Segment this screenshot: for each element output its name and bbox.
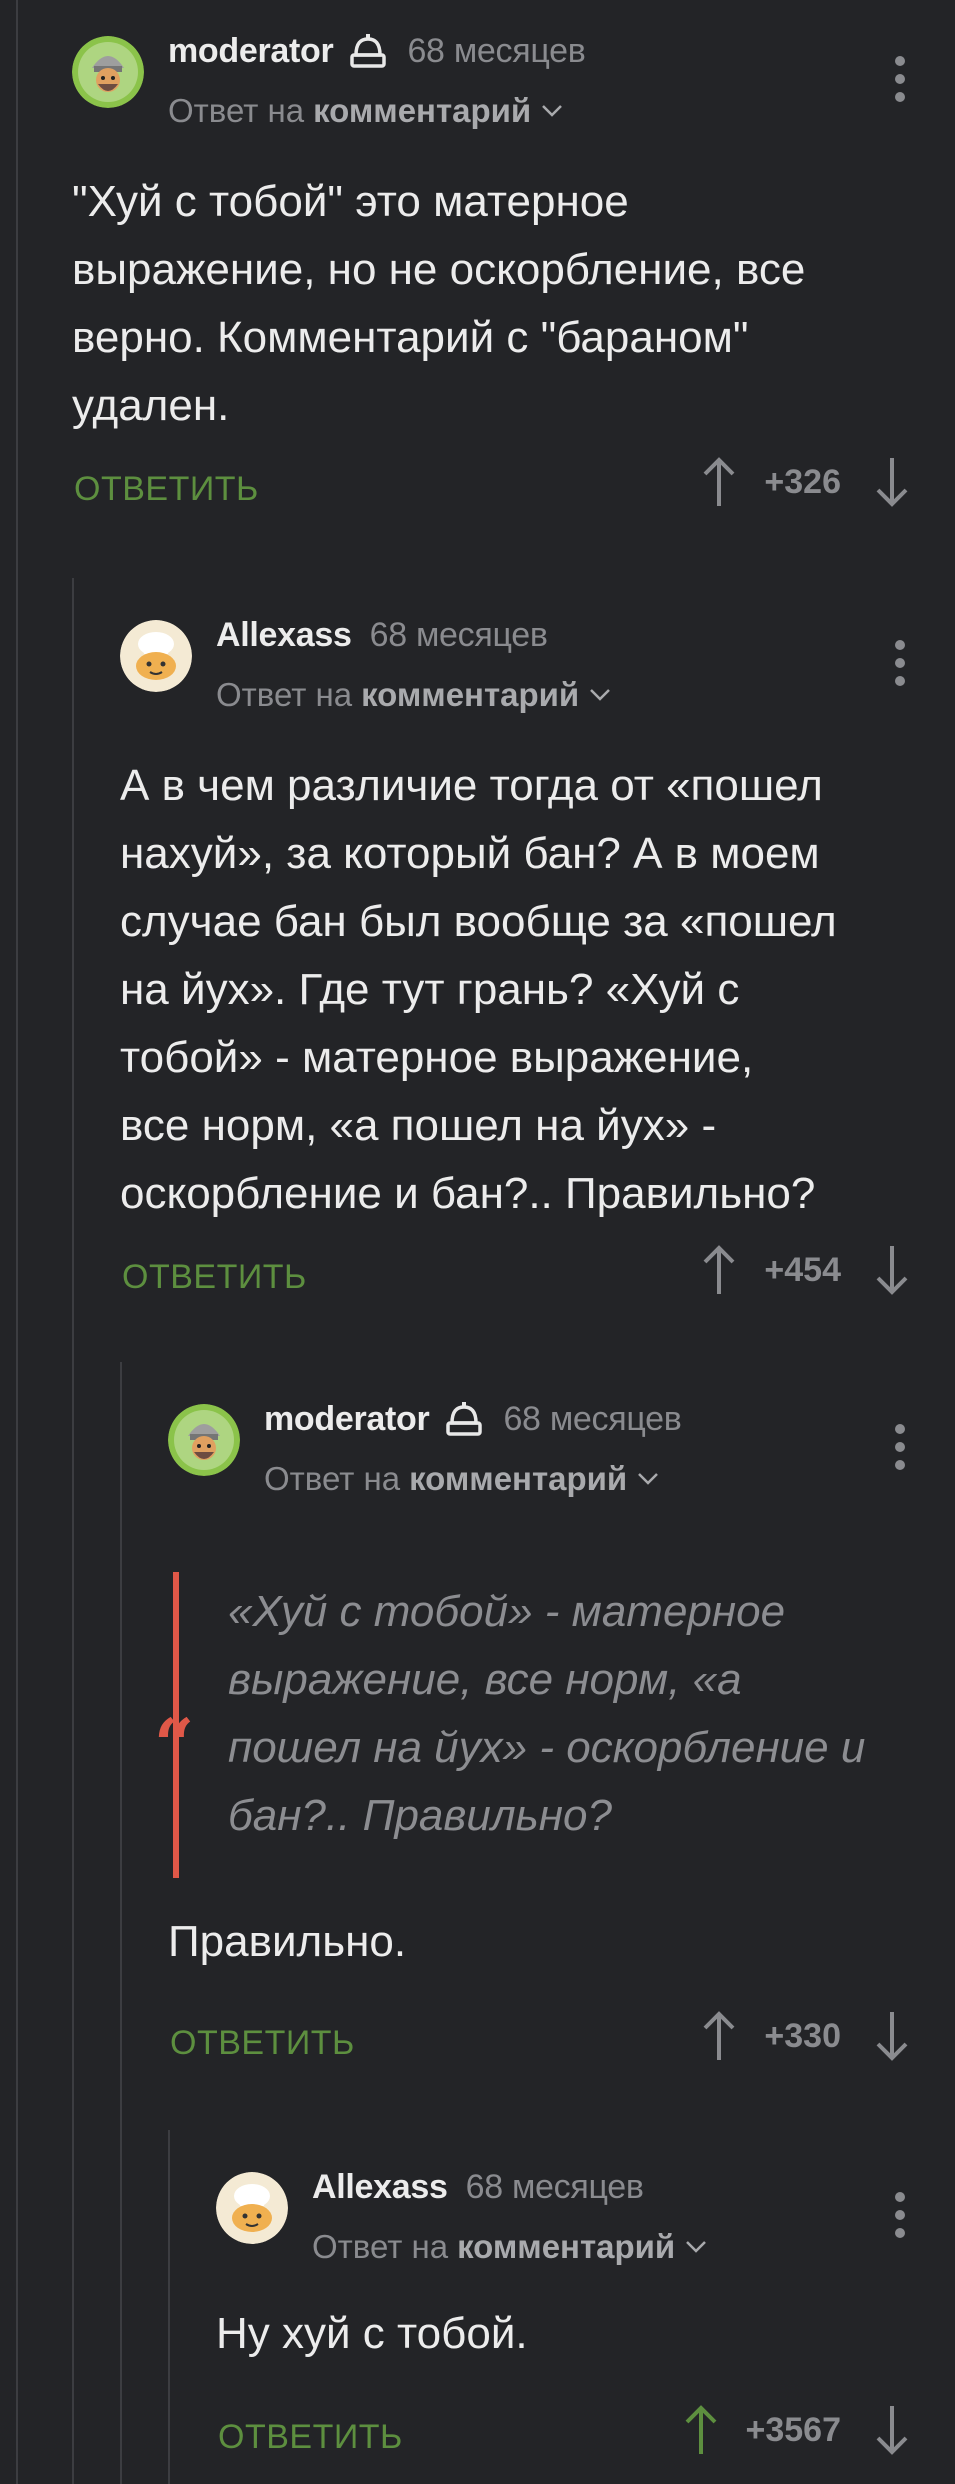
reply-to[interactable]: Ответ на комментарий: [168, 92, 563, 130]
chevron-down-icon: [542, 105, 563, 117]
comment: Allexass 68 месяцев Ответ на комментарий …: [216, 2146, 955, 2484]
moderator-badge-icon: [350, 33, 387, 68]
upvote-icon[interactable]: [700, 456, 738, 508]
downvote-icon[interactable]: [873, 456, 911, 508]
avatar[interactable]: [72, 36, 144, 108]
comment: moderator 68 месяцев Ответ на комментарий…: [154, 1378, 955, 2098]
reply-button[interactable]: ОТВЕТИТЬ: [218, 2418, 403, 2457]
score: +3567: [745, 2410, 842, 2449]
upvote-icon[interactable]: [682, 2404, 720, 2456]
comment-time: 68 месяцев: [465, 2168, 644, 2206]
upvote-icon[interactable]: [700, 1244, 738, 1296]
comment-text: Ну хуй с тобой.: [216, 2309, 528, 2358]
comment-time: 68 месяцев: [369, 616, 548, 654]
comment-text: А в чем различие тогда от «пошел нахуй»,…: [120, 761, 837, 1218]
reply-button[interactable]: ОТВЕТИТЬ: [122, 1258, 307, 1297]
reply-button[interactable]: ОТВЕТИТЬ: [170, 2024, 355, 2063]
author-name[interactable]: Allexass 68 месяцев: [216, 616, 548, 655]
author-name[interactable]: moderator 68 месяцев: [168, 32, 586, 71]
quote-icon: “: [154, 1703, 195, 1786]
chevron-down-icon: [686, 2241, 707, 2253]
quote-text: «Хуй с тобой» - матерное выражение, все …: [228, 1587, 866, 1840]
avatar[interactable]: [216, 2172, 288, 2244]
comment-time: 68 месяцев: [503, 1400, 682, 1438]
comment: moderator 68 месяцев Ответ на комментарий…: [72, 10, 955, 530]
more-options-icon[interactable]: [895, 1424, 905, 1470]
moderator-badge-icon: [446, 1401, 483, 1436]
thread-line: [120, 1362, 122, 2484]
more-options-icon[interactable]: [895, 2192, 905, 2238]
chevron-down-icon: [590, 689, 611, 701]
upvote-icon[interactable]: [700, 2010, 738, 2062]
avatar[interactable]: [168, 1404, 240, 1476]
downvote-icon[interactable]: [873, 2010, 911, 2062]
downvote-icon[interactable]: [873, 2404, 911, 2456]
downvote-icon[interactable]: [873, 1244, 911, 1296]
score: +330: [764, 2016, 841, 2055]
thread-line: [72, 578, 74, 2484]
thread-line: [168, 2130, 170, 2484]
author-name[interactable]: Allexass 68 месяцев: [312, 2168, 644, 2207]
chevron-down-icon: [638, 1473, 659, 1485]
more-options-icon[interactable]: [895, 640, 905, 686]
comment: Allexass 68 месяцев Ответ на комментарий …: [120, 594, 955, 1314]
reply-to[interactable]: Ответ на комментарий: [264, 1460, 659, 1498]
author-name[interactable]: moderator 68 месяцев: [264, 1400, 682, 1439]
reply-to[interactable]: Ответ на комментарий: [216, 676, 611, 714]
comment-text: "Хуй с тобой" это матерное выражение, но…: [72, 177, 806, 430]
score: +454: [764, 1250, 841, 1289]
reply-to[interactable]: Ответ на комментарий: [312, 2228, 707, 2266]
comment-time: 68 месяцев: [407, 32, 586, 70]
more-options-icon[interactable]: [895, 56, 905, 102]
reply-button[interactable]: ОТВЕТИТЬ: [74, 470, 259, 509]
comment-text: Правильно.: [168, 1917, 407, 1966]
score: +326: [764, 462, 841, 501]
thread-line: [16, 0, 18, 2484]
avatar[interactable]: [120, 620, 192, 692]
